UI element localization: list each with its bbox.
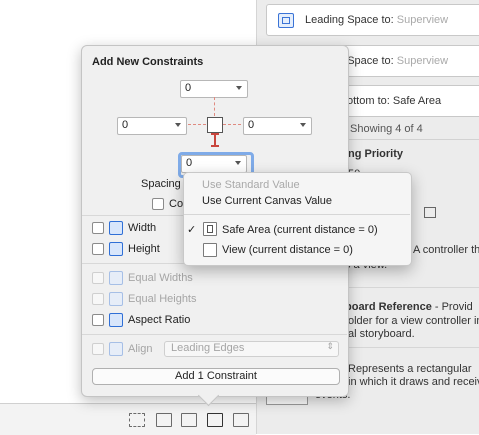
trailing-constraint-line[interactable] <box>223 124 241 125</box>
constraint-target: Superview <box>396 14 449 26</box>
align-icon[interactable] <box>181 413 197 427</box>
bottom-spacing-value: 0 <box>186 157 193 169</box>
library-tab-icon[interactable] <box>424 207 436 218</box>
bottom-spacing-field[interactable]: 0 <box>181 155 247 173</box>
align-value: Leading Edges <box>171 342 245 354</box>
separator <box>82 334 347 335</box>
chevron-down-icon[interactable] <box>235 161 241 165</box>
leading-spacing-value: 0 <box>122 119 129 131</box>
constraint-row-1[interactable]: Leading Space to: Superview E <box>266 4 479 36</box>
trailing-spacing-field[interactable]: 0 <box>243 117 312 135</box>
trailing-spacing-value: 0 <box>248 119 255 131</box>
align-checkbox[interactable] <box>92 343 104 355</box>
view-icon <box>203 243 217 257</box>
chevron-down-icon[interactable] <box>236 86 242 90</box>
menu-item-use-standard-value[interactable]: Use Standard Value <box>202 179 300 191</box>
aspect-ratio-icon <box>109 313 123 327</box>
equal-widths-checkbox[interactable] <box>92 272 104 284</box>
resolve-autolayout-icon[interactable] <box>233 413 249 427</box>
menu-item-view[interactable]: View (current distance = 0) <box>222 244 353 256</box>
leading-spacing-field[interactable]: 0 <box>117 117 187 135</box>
align-icon <box>109 342 123 356</box>
popover-title: Add New Constraints <box>92 56 204 68</box>
top-constraint-line[interactable] <box>214 97 215 116</box>
menu-item-use-current-canvas-value[interactable]: Use Current Canvas Value <box>202 195 332 207</box>
storyboard-reference-title: board Reference <box>345 301 432 313</box>
object-description: in which it draws and receiv <box>348 376 479 388</box>
object-description: A controller th <box>413 244 479 256</box>
constraint-target: Superview <box>396 55 449 67</box>
width-icon <box>109 221 123 235</box>
view-placeholder <box>207 117 223 133</box>
height-checkbox[interactable] <box>92 243 104 255</box>
object-description: Represents a rectangular <box>348 363 472 375</box>
chevron-down-icon[interactable] <box>175 123 181 127</box>
top-spacing-field[interactable]: 0 <box>180 80 248 98</box>
aspect-ratio-label: Aspect Ratio <box>128 314 191 326</box>
constrain-margins-checkbox[interactable] <box>152 198 164 210</box>
equal-widths-label: Equal Widths <box>128 272 193 284</box>
canvas-toolbar <box>0 403 256 435</box>
chevron-down-icon[interactable] <box>300 123 306 127</box>
add-constraint-button[interactable]: Add 1 Constraint <box>92 368 340 385</box>
align-label: Align <box>128 343 153 355</box>
content-priority-label: ng Priority <box>348 148 404 160</box>
equal-heights-label: Equal Heights <box>128 293 197 305</box>
constraint-label: Leading Space to: <box>305 14 394 26</box>
width-label: Width <box>128 222 157 234</box>
leading-constraint-line[interactable] <box>188 124 206 125</box>
constrain-margins-label: Co <box>169 198 184 210</box>
height-label: Height <box>128 243 160 255</box>
top-spacing-value: 0 <box>185 82 192 94</box>
constraint-target: Safe Area <box>392 95 442 107</box>
checkmark-icon: ✓ <box>187 224 197 236</box>
object-description: al storyboard. <box>348 328 415 340</box>
update-frames-icon[interactable] <box>129 413 145 427</box>
object-description: - Provid <box>434 301 473 313</box>
equal-heights-icon <box>109 292 123 306</box>
width-checkbox[interactable] <box>92 222 104 234</box>
equal-widths-icon <box>109 271 123 285</box>
equal-heights-checkbox[interactable] <box>92 293 104 305</box>
align-popup[interactable]: Leading Edges ⇕ <box>164 341 339 357</box>
add-new-constraints-icon[interactable] <box>207 413 223 427</box>
constraint-label: ottom to: <box>347 95 390 107</box>
menu-item-safe-area[interactable]: Safe Area (current distance = 0) <box>222 224 378 236</box>
spacing-label: Spacing <box>141 178 181 190</box>
safe-area-icon <box>203 222 217 236</box>
menu-separator <box>184 214 410 215</box>
embed-in-stack-icon[interactable] <box>156 413 172 427</box>
showing-count: Showing 4 of 4 <box>350 123 423 135</box>
height-icon <box>109 242 123 256</box>
bottom-constraint-line[interactable] <box>211 133 219 147</box>
aspect-ratio-checkbox[interactable] <box>92 314 104 326</box>
updown-chevron-icon: ⇕ <box>326 341 334 351</box>
object-description: older for a view controller in <box>348 315 479 327</box>
constraint-icon <box>278 13 294 28</box>
